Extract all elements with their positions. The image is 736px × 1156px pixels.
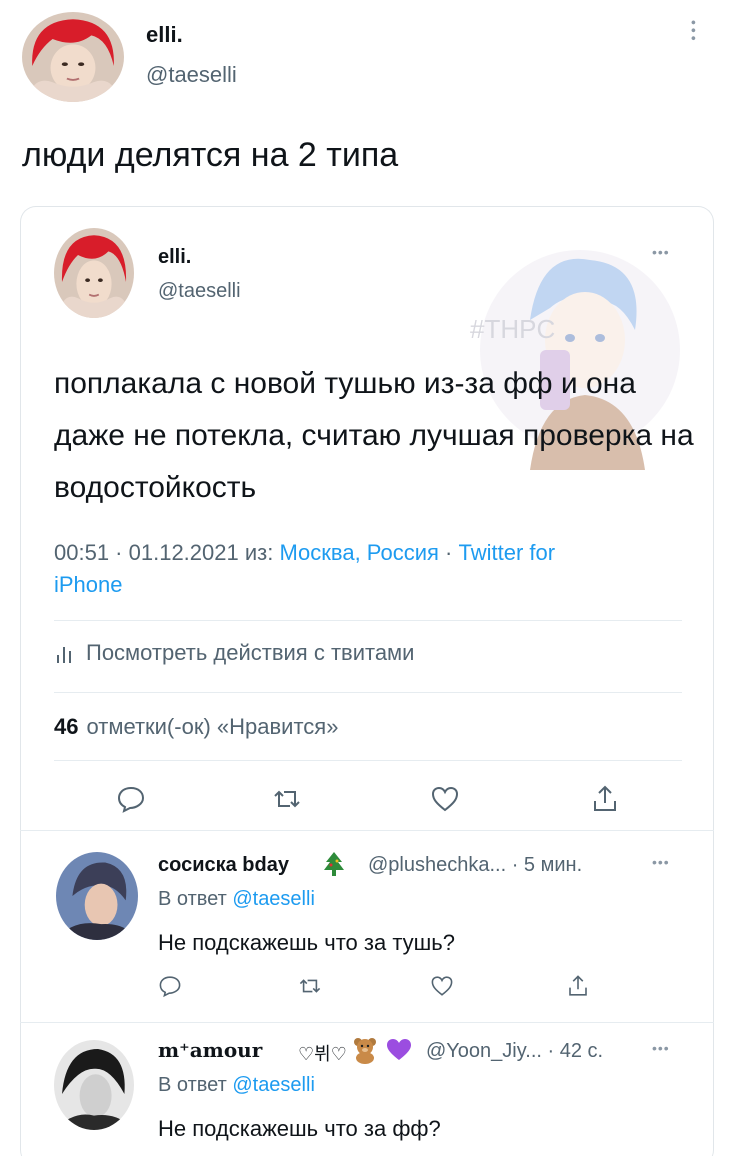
name-decoration: ♡뷔♡ (298, 1044, 347, 1064)
outer-tweet-avatar[interactable] (22, 12, 124, 102)
like-icon[interactable] (430, 974, 454, 998)
likes-summary[interactable]: 46 отметки(-ок) «Нравится» (54, 714, 338, 740)
share-icon[interactable] (566, 974, 590, 998)
tweet-location-link[interactable]: Москва, Россия (279, 540, 438, 565)
teddy-bear-icon (352, 1036, 378, 1064)
reply-avatar[interactable] (54, 1040, 134, 1130)
tweet-time: 00:51 (54, 540, 110, 565)
share-icon[interactable] (590, 784, 620, 814)
reply-to-prefix: В ответ (158, 1074, 233, 1096)
meta-from-prefix: из: (238, 540, 280, 565)
reply-to-handle-link[interactable]: @taeselli (232, 1074, 315, 1096)
tweet-meta: 00:51 · 01.12.2021 из: Москва, Россия · … (54, 540, 555, 566)
more-horizontal-icon[interactable]: ••• (652, 1040, 670, 1056)
meta-separator: · (109, 540, 129, 565)
retweet-icon[interactable] (298, 974, 322, 998)
more-vertical-icon[interactable]: ••• (686, 20, 702, 44)
reply-text: Не подскажешь что за тушь? (158, 930, 455, 955)
reply-to-line: В ответ @taeselli (158, 888, 315, 911)
svg-text:#THPC: #THPC (470, 314, 555, 344)
quoted-tweet-display-name[interactable]: elli. (158, 246, 191, 269)
divider (54, 620, 682, 621)
quoted-tweet-text: поплакала с новой тушью из-за фф и она д… (54, 367, 694, 504)
outer-tweet-text: люди делятся на 2 типа (22, 136, 399, 174)
more-horizontal-icon[interactable]: ••• (652, 244, 670, 260)
reply-handle-time[interactable]: @Yoon_Jiy... · 42 с. (426, 1040, 603, 1063)
reply-display-name[interactable]: m⁺amour (158, 1038, 262, 1062)
outer-tweet-handle[interactable]: @taeselli (146, 62, 237, 88)
reply-display-name[interactable]: сосиска bday (158, 854, 289, 877)
tweet-client-link-continued[interactable]: iPhone (54, 572, 123, 598)
quoted-tweet-handle[interactable]: @taeselli (158, 280, 241, 303)
tweet-date: 01.12.2021 (128, 540, 239, 565)
retweet-icon[interactable] (272, 784, 302, 814)
reply-to-handle-link[interactable]: @taeselli (232, 888, 315, 910)
meta-separator: · (438, 540, 459, 565)
reply-to-line: В ответ @taeselli (158, 1074, 315, 1097)
reply-icon[interactable] (158, 974, 182, 998)
like-icon[interactable] (430, 784, 460, 814)
divider (20, 830, 714, 831)
reply-handle-time[interactable]: @plushechka... · 5 мин. (368, 854, 582, 877)
christmas-tree-icon (322, 850, 346, 878)
divider (54, 692, 682, 693)
more-horizontal-icon[interactable]: ••• (652, 854, 670, 870)
quoted-tweet-avatar[interactable] (54, 228, 134, 318)
divider (20, 1022, 714, 1023)
reply-to-prefix: В ответ (158, 888, 233, 910)
likes-count: 46 (54, 714, 79, 739)
divider (54, 760, 682, 761)
likes-label: отметки(-ок) «Нравится» (86, 714, 339, 739)
view-tweet-activity-label: Посмотреть действия с твитами (86, 640, 415, 665)
reply-avatar[interactable] (56, 852, 138, 940)
view-tweet-activity-link[interactable]: Посмотреть действия с твитами (54, 640, 414, 666)
tweet-client-link[interactable]: Twitter for (459, 540, 556, 565)
analytics-icon (54, 641, 76, 665)
reply-text: Не подскажешь что за фф? (158, 1116, 441, 1141)
purple-heart-icon (386, 1038, 412, 1062)
outer-tweet-display-name[interactable]: elli. (146, 22, 183, 48)
reply-icon[interactable] (116, 784, 146, 814)
